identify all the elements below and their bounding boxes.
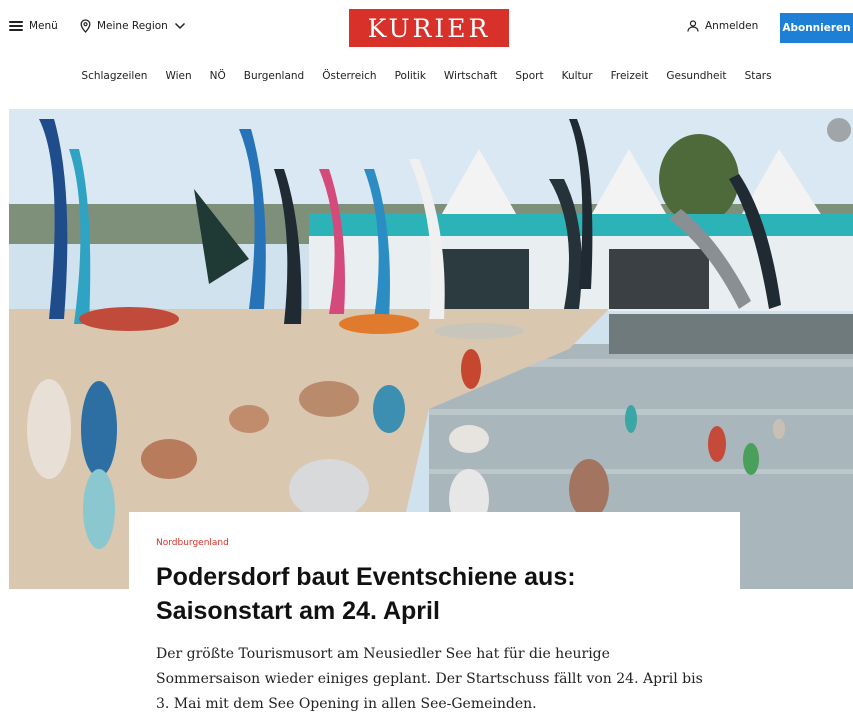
article-headline[interactable]: Podersdorf baut Eventschiene aus: Saison… [156,560,714,628]
nav-item-noe[interactable]: NÖ [210,70,226,82]
nav-item-sport[interactable]: Sport [515,70,543,82]
login-label: Anmelden [705,20,759,32]
subscribe-button[interactable]: Abonnieren [780,13,853,43]
nav-item-politik[interactable]: Politik [395,70,426,82]
nav-item-wien[interactable]: Wien [165,70,191,82]
login-button[interactable]: Anmelden [687,20,758,32]
hamburger-icon [9,21,23,31]
region-label: Meine Region [97,20,168,32]
article-kicker[interactable]: Nordburgenland [156,538,714,548]
article-teaser: Der größte Tourismusort am Neusiedler Se… [156,646,703,712]
nav-item-freizeit[interactable]: Freizeit [611,70,649,82]
location-pin-icon [80,19,91,33]
main-navigation: Schlagzeilen Wien NÖ Burgenland Österrei… [0,62,853,90]
kurier-logo[interactable]: KURIER [349,9,509,47]
site-header: Menü Meine Region KURIER Anmelden Abonni… [0,0,853,58]
nav-item-gesundheit[interactable]: Gesundheit [666,70,726,82]
gallery-icon[interactable] [827,118,851,142]
nav-item-stars[interactable]: Stars [745,70,772,82]
nav-item-kultur[interactable]: Kultur [562,70,593,82]
nav-item-oesterreich[interactable]: Österreich [322,70,376,82]
nav-item-burgenland[interactable]: Burgenland [244,70,304,82]
region-selector[interactable]: Meine Region [80,19,186,33]
article-card[interactable]: Nordburgenland Podersdorf baut Eventschi… [129,512,740,724]
user-icon [687,20,699,32]
nav-item-schlagzeilen[interactable]: Schlagzeilen [81,70,147,82]
menu-label: Menü [29,20,58,32]
chevron-down-icon [174,22,185,30]
menu-button[interactable]: Menü [9,20,58,32]
nav-item-wirtschaft[interactable]: Wirtschaft [444,70,497,82]
